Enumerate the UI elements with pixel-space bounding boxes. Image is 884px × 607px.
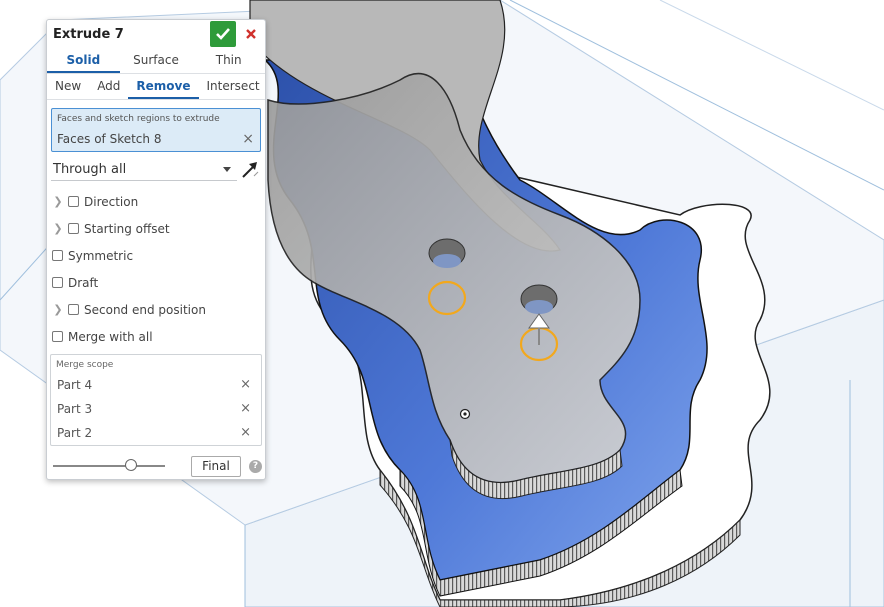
merge-scope-item: Part 2: [57, 426, 93, 440]
starting-offset-checkbox[interactable]: [68, 223, 79, 234]
tab-remove[interactable]: Remove: [128, 74, 199, 99]
end-type-row: Through all: [51, 158, 261, 182]
cancel-button[interactable]: [241, 21, 261, 47]
body-type-tabs: Solid Surface Thin: [47, 48, 265, 74]
preview-slider-row: Final ?: [53, 454, 262, 478]
dialog-title: Extrude 7: [53, 26, 124, 42]
direction-checkbox[interactable]: [68, 196, 79, 207]
help-icon[interactable]: ?: [249, 460, 262, 473]
end-type-select[interactable]: Through all: [51, 159, 237, 181]
checkmark-icon: [216, 28, 230, 40]
starting-offset-option: ❯ Starting offset: [47, 215, 265, 242]
tab-intersect[interactable]: Intersect: [199, 74, 265, 99]
operation-tabs: New Add Remove Intersect: [47, 74, 265, 100]
tab-add[interactable]: Add: [89, 74, 128, 99]
faces-field-label: Faces and sketch regions to extrude: [57, 114, 220, 124]
second-end-position-label: Second end position: [84, 302, 206, 317]
preview-slider-track[interactable]: [53, 465, 165, 467]
dialog-header: Extrude 7: [47, 20, 265, 48]
chevron-right-icon[interactable]: ❯: [51, 222, 65, 235]
tab-solid[interactable]: Solid: [47, 48, 120, 73]
faces-selection-field[interactable]: Faces and sketch regions to extrude Face…: [51, 108, 261, 152]
direction-label: Direction: [84, 194, 139, 209]
tab-new[interactable]: New: [47, 74, 89, 99]
chevron-right-icon[interactable]: ❯: [51, 195, 65, 208]
remove-item-icon[interactable]: ×: [240, 425, 251, 440]
second-end-position-option: ❯ Second end position: [47, 296, 265, 323]
merge-scope-label: Merge scope: [56, 360, 114, 370]
remove-item-icon[interactable]: ×: [240, 401, 251, 416]
merge-scope-item: Part 4: [57, 378, 93, 392]
extrude-dialog: Extrude 7 Solid Surface Thin New Add Rem…: [46, 19, 266, 480]
second-end-position-checkbox[interactable]: [68, 304, 79, 315]
remove-item-icon[interactable]: ×: [240, 377, 251, 392]
flip-direction-arrow-icon: [242, 162, 259, 178]
tab-surface[interactable]: Surface: [120, 48, 193, 73]
symmetric-checkbox[interactable]: [52, 250, 63, 261]
merge-with-all-option: Merge with all: [47, 323, 265, 350]
faces-field-value: Faces of Sketch 8: [57, 132, 162, 146]
preview-slider-thumb[interactable]: [125, 459, 137, 471]
end-type-value: Through all: [53, 162, 127, 177]
symmetric-option: Symmetric: [47, 242, 265, 269]
merge-scope-field[interactable]: Merge scope Part 4 × Part 3 × Part 2 ×: [50, 354, 262, 446]
draft-label: Draft: [68, 275, 99, 290]
close-icon: [246, 29, 256, 39]
clear-selection-icon[interactable]: ×: [242, 131, 254, 147]
merge-with-all-label: Merge with all: [68, 329, 153, 344]
direction-option: ❯ Direction: [47, 188, 265, 215]
draft-option: Draft: [47, 269, 265, 296]
chevron-right-icon[interactable]: ❯: [51, 303, 65, 316]
merge-with-all-checkbox[interactable]: [52, 331, 63, 342]
starting-offset-label: Starting offset: [84, 221, 170, 236]
symmetric-label: Symmetric: [68, 248, 134, 263]
merge-scope-item: Part 3: [57, 402, 93, 416]
final-button[interactable]: Final: [191, 456, 241, 477]
draft-checkbox[interactable]: [52, 277, 63, 288]
accept-button[interactable]: [210, 21, 236, 47]
chevron-down-icon: [223, 167, 231, 172]
tab-thin[interactable]: Thin: [192, 48, 265, 73]
flip-direction-button[interactable]: [239, 159, 261, 181]
